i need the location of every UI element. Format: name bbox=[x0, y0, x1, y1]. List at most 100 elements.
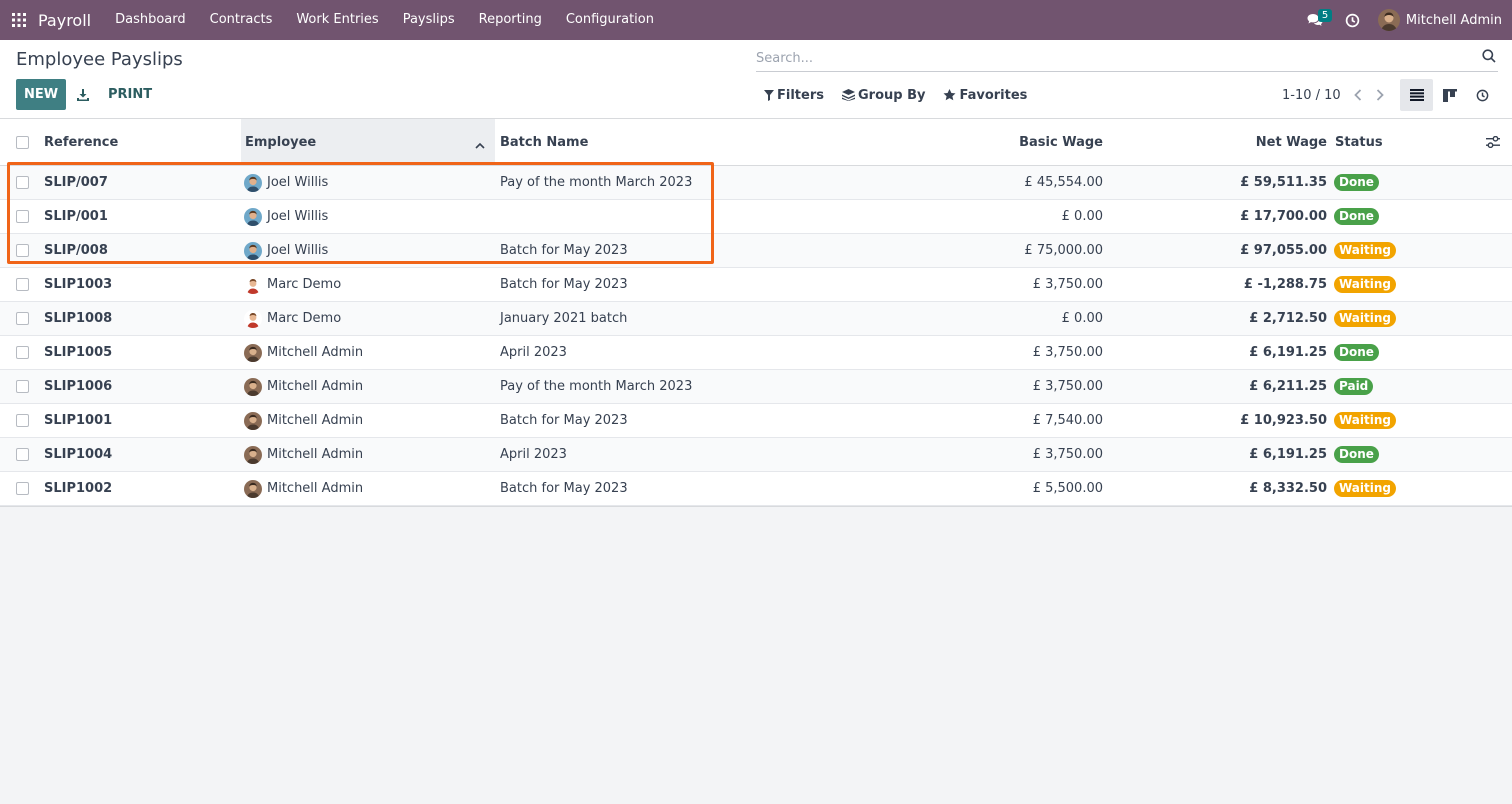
cell-batch[interactable]: Batch for May 2023 bbox=[500, 472, 628, 505]
pager-prev-icon[interactable] bbox=[1347, 89, 1369, 101]
user-name[interactable]: Mitchell Admin bbox=[1406, 13, 1502, 28]
cell-status[interactable]: Done bbox=[1334, 200, 1379, 233]
menu-configuration[interactable]: Configuration bbox=[554, 0, 666, 40]
row-checkbox-cell[interactable] bbox=[16, 438, 29, 471]
row-checkbox[interactable] bbox=[16, 210, 29, 223]
cell-reference[interactable]: SLIP1003 bbox=[44, 268, 112, 301]
pager-value[interactable]: 1-10 / 10 bbox=[1282, 88, 1341, 103]
cell-net-wage[interactable]: £ 6,191.25 bbox=[1249, 438, 1327, 471]
row-checkbox-cell[interactable] bbox=[16, 200, 29, 233]
cell-batch[interactable]: Pay of the month March 2023 bbox=[500, 370, 692, 403]
filters-button[interactable]: Filters bbox=[764, 88, 824, 103]
cell-reference[interactable]: SLIP1002 bbox=[44, 472, 112, 505]
apps-grid-icon[interactable] bbox=[1, 0, 37, 40]
table-row[interactable]: SLIP1001 Mitchell Admin Batch for May 2023… bbox=[0, 404, 1512, 438]
cell-employee[interactable]: Joel Willis bbox=[244, 200, 328, 233]
cell-basic-wage[interactable]: £ 3,750.00 bbox=[1033, 268, 1103, 301]
cell-net-wage[interactable]: £ 6,211.25 bbox=[1249, 370, 1327, 403]
table-row[interactable]: SLIP/007 Joel Willis Pay of the month Marc… bbox=[0, 166, 1512, 200]
download-icon[interactable] bbox=[72, 79, 94, 110]
table-row[interactable]: SLIP1004 Mitchell Admin April 2023 £ 3,750.… bbox=[0, 438, 1512, 472]
cell-batch[interactable]: April 2023 bbox=[500, 438, 567, 471]
table-row[interactable]: SLIP/008 Joel Willis Batch for May 2023 £ 7… bbox=[0, 234, 1512, 268]
kanban-view-icon[interactable] bbox=[1433, 79, 1466, 111]
cell-status[interactable]: Done bbox=[1334, 166, 1379, 199]
row-checkbox[interactable] bbox=[16, 176, 29, 189]
col-reference[interactable]: Reference bbox=[44, 119, 118, 165]
favorites-button[interactable]: Favorites bbox=[943, 88, 1027, 103]
row-checkbox-cell[interactable] bbox=[16, 404, 29, 437]
cell-employee[interactable]: Mitchell Admin bbox=[244, 370, 363, 403]
cell-status[interactable]: Done bbox=[1334, 336, 1379, 369]
cell-reference[interactable]: SLIP1006 bbox=[44, 370, 112, 403]
user-avatar[interactable] bbox=[1377, 9, 1400, 31]
row-checkbox[interactable] bbox=[16, 448, 29, 461]
cell-basic-wage[interactable]: £ 7,540.00 bbox=[1033, 404, 1103, 437]
cell-basic-wage[interactable]: £ 3,750.00 bbox=[1033, 370, 1103, 403]
row-checkbox-cell[interactable] bbox=[16, 166, 29, 199]
cell-status[interactable]: Waiting bbox=[1334, 472, 1397, 505]
menu-reporting[interactable]: Reporting bbox=[467, 0, 554, 40]
print-button[interactable]: PRINT bbox=[100, 79, 160, 110]
cell-reference[interactable]: SLIP/008 bbox=[44, 234, 108, 267]
pager-next-icon[interactable] bbox=[1369, 89, 1391, 101]
list-view-icon[interactable] bbox=[1400, 79, 1433, 111]
col-employee[interactable]: Employee bbox=[241, 119, 495, 165]
cell-status[interactable]: Done bbox=[1334, 438, 1379, 471]
new-button[interactable]: NEW bbox=[16, 79, 66, 110]
cell-employee[interactable]: Mitchell Admin bbox=[244, 404, 363, 437]
activity-view-icon[interactable] bbox=[1466, 79, 1499, 111]
col-status[interactable]: Status bbox=[1335, 119, 1383, 165]
cell-batch[interactable]: Pay of the month March 2023 bbox=[500, 166, 692, 199]
row-checkbox-cell[interactable] bbox=[16, 370, 29, 403]
search-icon[interactable] bbox=[1482, 49, 1496, 67]
cell-employee[interactable]: Mitchell Admin bbox=[244, 336, 363, 369]
cell-status[interactable]: Waiting bbox=[1334, 404, 1397, 437]
cell-basic-wage[interactable]: £ 45,554.00 bbox=[1024, 166, 1103, 199]
table-row[interactable]: SLIP1002 Mitchell Admin Batch for May 2023… bbox=[0, 472, 1512, 506]
cell-status[interactable]: Waiting bbox=[1334, 234, 1397, 267]
row-checkbox[interactable] bbox=[16, 312, 29, 325]
cell-status[interactable]: Waiting bbox=[1334, 302, 1397, 335]
cell-batch[interactable]: April 2023 bbox=[500, 336, 567, 369]
cell-basic-wage[interactable]: £ 5,500.00 bbox=[1033, 472, 1103, 505]
cell-basic-wage[interactable]: £ 75,000.00 bbox=[1024, 234, 1103, 267]
column-settings-icon[interactable] bbox=[1486, 119, 1500, 165]
cell-reference[interactable]: SLIP/001 bbox=[44, 200, 108, 233]
cell-reference[interactable]: SLIP1005 bbox=[44, 336, 112, 369]
cell-net-wage[interactable]: £ 97,055.00 bbox=[1240, 234, 1327, 267]
cell-batch[interactable]: Batch for May 2023 bbox=[500, 404, 628, 437]
table-row[interactable]: SLIP1005 Mitchell Admin April 2023 £ 3,750.… bbox=[0, 336, 1512, 370]
menu-dashboard[interactable]: Dashboard bbox=[103, 0, 198, 40]
chat-icon[interactable]: 5 bbox=[1300, 0, 1333, 40]
select-all-checkbox[interactable] bbox=[16, 135, 29, 149]
row-checkbox-cell[interactable] bbox=[16, 268, 29, 301]
cell-reference[interactable]: SLIP1001 bbox=[44, 404, 112, 437]
cell-employee[interactable]: Marc Demo bbox=[244, 268, 341, 301]
cell-basic-wage[interactable]: £ 3,750.00 bbox=[1033, 336, 1103, 369]
table-row[interactable]: SLIP1006 Mitchell Admin Pay of the month M… bbox=[0, 370, 1512, 404]
select-all-checkbox-cell[interactable] bbox=[16, 119, 29, 165]
cell-status[interactable]: Paid bbox=[1334, 370, 1374, 403]
cell-reference[interactable]: SLIP1004 bbox=[44, 438, 112, 471]
cell-net-wage[interactable]: £ -1,288.75 bbox=[1244, 268, 1327, 301]
col-basic-wage[interactable]: Basic Wage bbox=[1019, 119, 1103, 165]
cell-status[interactable]: Waiting bbox=[1334, 268, 1397, 301]
menu-contracts[interactable]: Contracts bbox=[198, 0, 285, 40]
app-brand[interactable]: Payroll bbox=[38, 11, 91, 30]
cell-net-wage[interactable]: £ 59,511.35 bbox=[1240, 166, 1327, 199]
cell-net-wage[interactable]: £ 2,712.50 bbox=[1249, 302, 1327, 335]
group-by-button[interactable]: Group By bbox=[841, 88, 925, 103]
row-checkbox[interactable] bbox=[16, 346, 29, 359]
col-net-wage[interactable]: Net Wage bbox=[1256, 119, 1327, 165]
cell-employee[interactable]: Joel Willis bbox=[244, 166, 328, 199]
row-checkbox[interactable] bbox=[16, 380, 29, 393]
cell-reference[interactable]: SLIP1008 bbox=[44, 302, 112, 335]
cell-employee[interactable]: Marc Demo bbox=[244, 302, 341, 335]
cell-reference[interactable]: SLIP/007 bbox=[44, 166, 108, 199]
cell-net-wage[interactable]: £ 6,191.25 bbox=[1249, 336, 1327, 369]
row-checkbox-cell[interactable] bbox=[16, 336, 29, 369]
cell-basic-wage[interactable]: £ 0.00 bbox=[1062, 302, 1103, 335]
cell-basic-wage[interactable]: £ 0.00 bbox=[1062, 200, 1103, 233]
cell-employee[interactable]: Mitchell Admin bbox=[244, 472, 363, 505]
